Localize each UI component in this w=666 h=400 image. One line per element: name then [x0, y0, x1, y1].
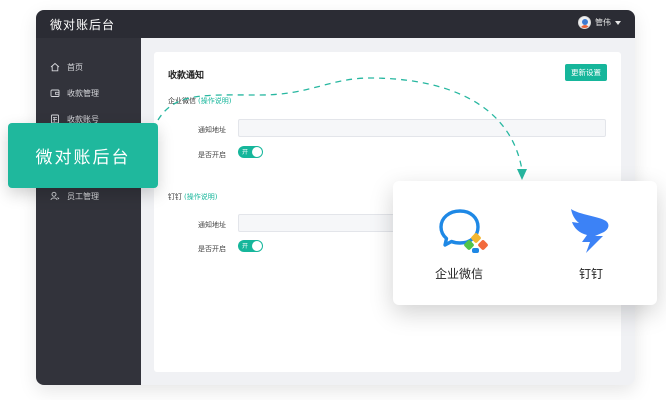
- integration-popup: 企业微信 钉钉: [393, 181, 657, 305]
- wecom-option[interactable]: 企业微信: [393, 181, 525, 305]
- dingtalk-icon: [571, 209, 609, 253]
- wecom-label: 企业微信: [434, 267, 483, 281]
- product-badge: 微对账后台: [8, 123, 158, 188]
- dingtalk-label: 钉钉: [578, 267, 603, 281]
- dingtalk-option[interactable]: 钉钉: [525, 181, 657, 305]
- wecom-icon: [439, 209, 488, 253]
- stage: 微对账后台 管伟 首页 收款管理 收款账号 员工管理 收款通知 更新设置 企业微…: [0, 0, 666, 400]
